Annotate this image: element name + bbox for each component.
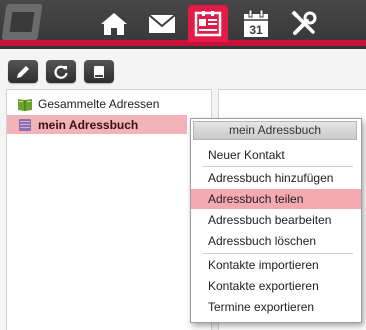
menu-item-new-contact[interactable]: Neuer Kontakt xyxy=(191,145,361,165)
addressbook-item-label: mein Adressbuch xyxy=(38,117,139,132)
collected-book-icon xyxy=(17,97,33,111)
context-menu-title: mein Adressbuch xyxy=(193,121,357,140)
menu-separator xyxy=(203,166,353,167)
addressbook-button[interactable] xyxy=(84,60,114,83)
menu-item-edit-addressbook[interactable]: Adressbuch bearbeiten xyxy=(191,210,361,230)
nav-calendar-button[interactable]: 31 xyxy=(236,6,276,42)
refresh-icon xyxy=(54,65,68,79)
addressbook-icon xyxy=(194,10,222,36)
menu-item-delete-addressbook[interactable]: Adressbuch löschen xyxy=(191,231,361,251)
menu-separator xyxy=(203,253,353,254)
menu-item-add-addressbook[interactable]: Adressbuch hinzufügen xyxy=(191,168,361,188)
refresh-button[interactable] xyxy=(46,60,76,83)
mail-icon xyxy=(148,14,176,33)
nav-home-button[interactable] xyxy=(94,6,134,42)
nav-settings-button[interactable] xyxy=(284,6,324,42)
calendar-icon: 31 xyxy=(244,9,268,37)
book-icon xyxy=(94,65,104,78)
menu-item-export-appointments[interactable]: Termine exportieren xyxy=(191,297,361,317)
nav-addressbook-button[interactable] xyxy=(188,5,228,42)
addressbook-item-label: Gesammelte Adressen xyxy=(38,96,160,111)
app-logo[interactable] xyxy=(1,4,43,40)
menu-item-import-contacts[interactable]: Kontakte importieren xyxy=(191,255,361,275)
edit-icon xyxy=(17,65,29,78)
home-icon xyxy=(101,13,127,35)
addressbook-book-icon xyxy=(17,118,33,132)
nav-mail-button[interactable] xyxy=(142,6,182,42)
menu-item-share-addressbook[interactable]: Adressbuch teilen xyxy=(191,189,361,209)
addressbook-list-panel: Gesammelte Adressen mein Adressbuch xyxy=(6,89,212,330)
settings-icon xyxy=(291,10,317,35)
edit-button[interactable] xyxy=(8,60,38,83)
addressbook-item-mine[interactable]: mein Adressbuch xyxy=(7,115,187,134)
addressbook-item-collected[interactable]: Gesammelte Adressen xyxy=(7,94,211,113)
addressbook-context-menu: mein Adressbuch Neuer Kontakt Adressbuch… xyxy=(190,118,362,323)
top-navigation-bar: 31 xyxy=(0,0,366,49)
menu-item-export-contacts[interactable]: Kontakte exportieren xyxy=(191,276,361,296)
calendar-day-label: 31 xyxy=(249,23,263,37)
